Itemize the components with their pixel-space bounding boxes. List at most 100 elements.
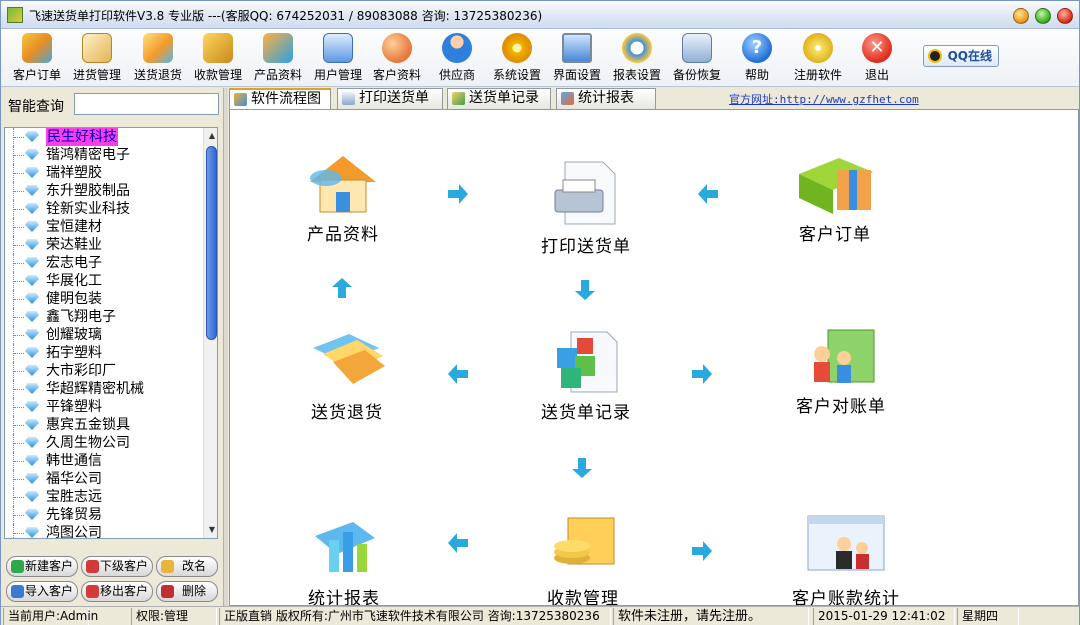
toolbar-system-settings-button[interactable]: 系统设置 [488,31,546,85]
customer-tree-item[interactable]: 韩世通信 [5,452,217,470]
toolbar-product-button[interactable]: 产品资料 [248,31,308,85]
customer-tree-item[interactable]: 平锋塑料 [5,398,217,416]
flow-records-node[interactable]: 送货单记录 [526,328,646,423]
customer-tree-item[interactable]: 锴鸿精密电子 [5,146,217,164]
toolbar-exit-button[interactable]: ✕ 退出 [851,31,903,85]
tree-branch [14,479,24,480]
delete-customer-button[interactable]: 删除 [156,581,218,602]
customer-tree-item[interactable]: 华超辉精密机械 [5,380,217,398]
flow-statement-node[interactable]: 客户对账单 [786,324,896,417]
customer-tree-item[interactable]: 先锋贸易 [5,506,217,524]
tab-flowchart[interactable]: 软件流程图 [229,88,331,110]
toolbar-report-settings-button[interactable]: 报表设置 [608,31,666,85]
tree-branch [14,137,24,138]
customer-tree-item[interactable]: 瑞祥塑胶 [5,164,217,182]
status-bar: 当前用户:Admin 权限:管理 正版直销 版权所有:广州市飞速软件技术有限公司… [1,606,1079,625]
flow-order-node[interactable]: 客户订单 [785,152,885,245]
toolbar: 客户订单 进货管理 送货退货 收款管理 产品资料 用户管理 客户资料 供应商 系… [1,29,1079,87]
customer-tree-item[interactable]: 惠宾五金锁具 [5,416,217,434]
toolbar-help-button[interactable]: ? 帮助 [729,31,785,85]
customer-name: 鑫飞翔电子 [46,309,116,325]
tree-scrollbar[interactable]: ▲ ▼ [203,128,217,538]
toolbar-customer-order-button[interactable]: 客户订单 [7,31,67,85]
gift-box-icon [22,33,52,63]
customer-tree-item[interactable]: 东升塑胶制品 [5,182,217,200]
toolbar-purchase-button[interactable]: 进货管理 [67,31,127,85]
flow-product-node[interactable]: 产品资料 [298,152,388,245]
tree-line [13,524,14,538]
customer-tree-item[interactable]: 荣达鞋业 [5,236,217,254]
customer-list: 民生好科技 锴鸿精密电子 瑞祥塑胶 东升塑胶制品 铨新实业科技 宝恒建材 荣达鞋业 宏志电子华… [5,128,217,538]
toolbar-user-button[interactable]: 用户管理 [308,31,368,85]
tree-branch [14,263,24,264]
close-window-button[interactable] [1057,8,1073,24]
tab-print-delivery[interactable]: 打印送货单 [337,88,443,109]
panel-splitter[interactable] [223,88,228,606]
toolbar-supplier-button[interactable]: 供应商 [430,31,484,85]
search-label: 智能查询 [8,99,64,115]
search-input[interactable] [74,93,219,115]
arrow-left-icon [446,362,470,386]
coin-folder-icon [203,33,233,63]
customer-tree-item[interactable]: 拓宇塑料 [5,344,217,362]
tree-branch [14,389,24,390]
customer-name: 创耀玻璃 [46,327,102,343]
toolbar-customer-info-button[interactable]: 客户资料 [367,31,427,85]
customer-tree-item[interactable]: 宏志电子 [5,254,217,272]
person-icon [442,33,472,63]
rename-button[interactable]: 改名 [156,556,218,577]
new-customer-button[interactable]: 新建客户 [6,556,78,577]
customer-tree-item[interactable]: 华展化工 [5,272,217,290]
customer-tree-item[interactable]: 福华公司 [5,470,217,488]
official-website-link[interactable]: 官方网址:http://www.gzfhet.com [729,91,919,107]
diamond-icon [25,527,39,538]
flow-return-node[interactable]: 送货退货 [302,328,392,423]
minimize-button[interactable] [1013,8,1029,24]
customer-tree-item[interactable]: 鸿图公司 [5,524,217,538]
coin-folder-icon [554,517,615,565]
arrow-down-icon [573,278,597,302]
flow-stats-node[interactable]: 统计报表 [302,514,386,605]
customer-tree-item[interactable]: 铨新实业科技 [5,200,217,218]
maximize-button[interactable] [1035,8,1051,24]
arrow-left-icon [446,531,470,555]
move-customer-button[interactable]: 移出客户 [81,581,153,602]
chart-icon [561,92,574,105]
tab-delivery-records[interactable]: 送货单记录 [447,88,551,109]
flow-payment-node[interactable]: 收款管理 [535,514,631,605]
diamond-icon [25,185,39,196]
records-blocks-icon [557,331,618,393]
tab-statistics[interactable]: 统计报表 [556,88,656,109]
customer-tree-item[interactable]: 健明包装 [5,290,217,308]
arrow-right-icon [690,539,714,563]
customer-name: 东升塑胶制品 [46,183,130,199]
toolbar-payment-button[interactable]: 收款管理 [188,31,248,85]
toolbar-backup-button[interactable]: 备份恢复 [668,31,726,85]
customer-tree-item[interactable]: 鑫飞翔电子 [5,308,217,326]
toolbar-register-button[interactable]: 注册软件 [789,31,847,85]
customer-name: 华超辉精密机械 [46,381,144,397]
tree-branch [14,461,24,462]
customer-name: 平锋塑料 [46,399,102,415]
customer-tree-item[interactable]: 民生好科技 [5,128,217,146]
sub-customer-button[interactable]: 下级客户 [81,556,153,577]
report-gauge-icon [622,33,652,63]
house-icon [263,33,293,63]
customer-tree-item[interactable]: 大市彩印厂 [5,362,217,380]
scroll-up-arrow-icon[interactable]: ▲ [205,129,217,143]
flow-print-node[interactable]: 打印送货单 [533,158,639,257]
customer-tree: 民生好科技 锴鸿精密电子 瑞祥塑胶 东升塑胶制品 铨新实业科技 宝恒建材 荣达鞋业 宏志电子华… [4,127,218,539]
toolbar-ui-settings-button[interactable]: 界面设置 [548,31,606,85]
customer-tree-item[interactable]: 创耀玻璃 [5,326,217,344]
customer-tree-item[interactable]: 久周生物公司 [5,434,217,452]
import-customer-button[interactable]: 导入客户 [6,581,78,602]
flow-account-node[interactable]: 客户账款统计 [786,514,906,605]
customer-tree-item[interactable]: 宝胜志远 [5,488,217,506]
scroll-down-arrow-icon[interactable]: ▼ [205,523,217,537]
customer-tree-item[interactable]: 宝恒建材 [5,218,217,236]
scrollbar-thumb[interactable] [206,146,217,340]
diamond-icon [25,329,39,340]
qq-online-button[interactable]: QQ在线 [923,45,999,67]
toolbar-return-button[interactable]: 送货退货 [128,31,188,85]
import-icon [11,585,24,598]
